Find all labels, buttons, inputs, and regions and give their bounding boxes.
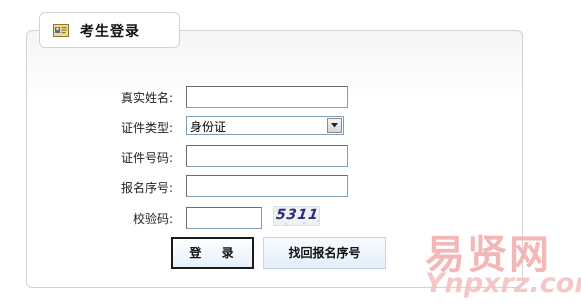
real-name-label: 真实姓名:	[120, 91, 173, 105]
watermark-english: Ynpxrz.com	[425, 268, 581, 299]
login-header-tab: 考生登录	[39, 12, 180, 48]
find-reg-number-button[interactable]: 找回报名序号	[263, 237, 386, 269]
id-number-label: 证件号码:	[120, 151, 173, 165]
id-number-input[interactable]	[186, 145, 348, 167]
id-card-icon	[53, 24, 69, 37]
reg-number-label: 报名序号:	[120, 181, 173, 195]
captcha-code: 5311	[274, 207, 321, 223]
captcha-input[interactable]	[186, 207, 262, 229]
id-type-select[interactable]: 身份证	[186, 116, 344, 135]
chevron-down-icon[interactable]	[327, 118, 342, 133]
watermark-logo: 易贤网 Ynpxrz.com	[423, 222, 581, 308]
login-button[interactable]: 登 录	[171, 237, 254, 269]
real-name-input[interactable]	[186, 86, 348, 108]
page-title: 考生登录	[80, 24, 140, 40]
id-type-label: 证件类型:	[120, 121, 173, 135]
captcha-label: 校验码:	[132, 212, 173, 226]
reg-number-input[interactable]	[186, 175, 348, 197]
captcha-image[interactable]: 5311	[273, 206, 320, 226]
id-type-selected-value: 身份证	[190, 120, 227, 134]
